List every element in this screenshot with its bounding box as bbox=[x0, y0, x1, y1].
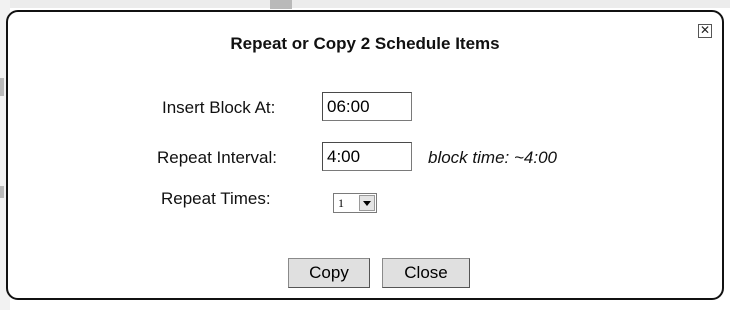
repeat-copy-dialog: Repeat or Copy 2 Schedule Items ✕ Insert… bbox=[6, 10, 724, 300]
close-x-icon[interactable]: ✕ bbox=[698, 24, 712, 38]
background-marker bbox=[0, 78, 4, 96]
repeat-times-label: Repeat Times: bbox=[161, 189, 271, 208]
close-button[interactable]: Close bbox=[382, 258, 470, 288]
block-time-note: block time: ~4:00 bbox=[428, 148, 557, 167]
screen: Repeat or Copy 2 Schedule Items ✕ Insert… bbox=[0, 0, 730, 310]
background-marker bbox=[0, 186, 4, 198]
repeat-times-select[interactable]: 1 bbox=[333, 193, 377, 213]
repeat-interval-label: Repeat Interval: bbox=[157, 148, 278, 167]
background-page-strip bbox=[0, 0, 730, 8]
insert-block-input[interactable] bbox=[322, 92, 412, 121]
chevron-down-icon[interactable] bbox=[359, 195, 375, 211]
copy-button[interactable]: Copy bbox=[288, 258, 370, 288]
repeat-times-value: 1 bbox=[338, 196, 344, 210]
dialog-title: Repeat or Copy 2 Schedule Items bbox=[230, 34, 500, 53]
background-tab bbox=[270, 0, 292, 9]
insert-block-label: Insert Block At: bbox=[162, 98, 276, 117]
repeat-interval-input[interactable] bbox=[322, 142, 412, 171]
